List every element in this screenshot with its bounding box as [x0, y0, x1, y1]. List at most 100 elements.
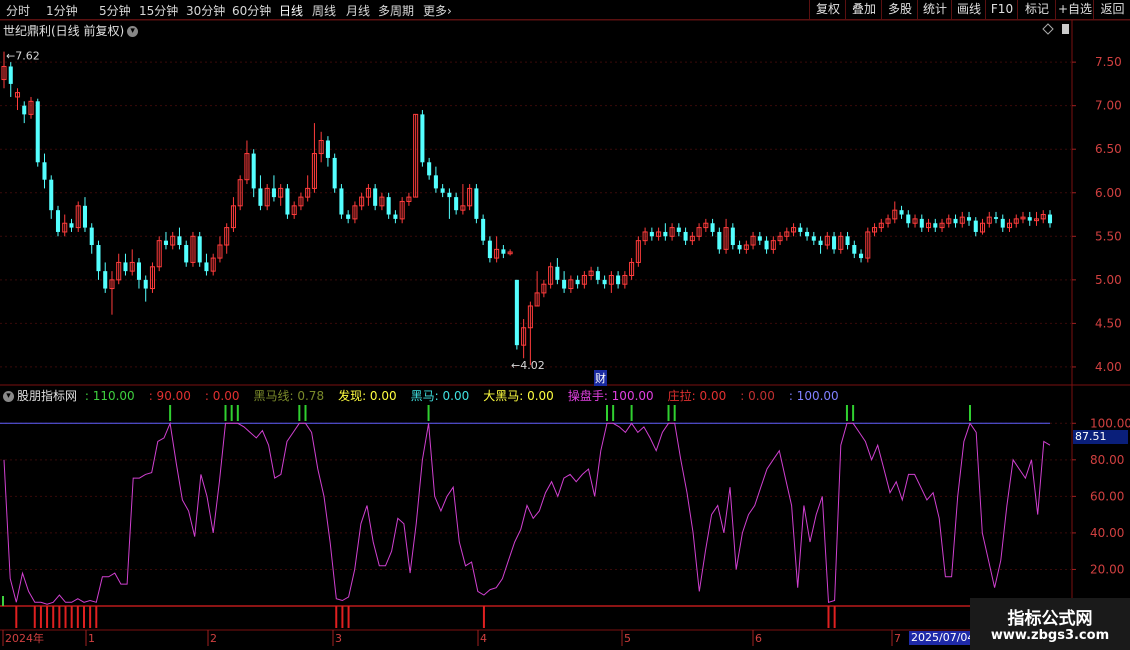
indicator-legend-item: : 110.00 — [84, 389, 135, 403]
candle-body-down — [325, 140, 330, 158]
candle-body-down — [251, 153, 256, 189]
watermark: 指标公式网 www.zbgs3.com — [970, 598, 1130, 650]
stock-chart[interactable]: 7.50 7.00 6.50 6.00 5.50 5.00 4.50 4.00 ←7.62 ←4.… — [0, 0, 1130, 650]
indicator-series — [0, 405, 1051, 628]
high-label: ←7.62 — [6, 50, 40, 63]
candle-body-down — [805, 231, 810, 237]
candle-body-down — [285, 188, 290, 215]
date-tick-label: 2024年 — [5, 631, 44, 645]
date-tick-label: 2 — [210, 632, 217, 645]
candle-body-down — [737, 245, 742, 250]
candle-body-down — [481, 218, 486, 241]
candle-body-down — [663, 231, 668, 237]
indicator-title-bar: ▾ 股朋指标网 : 110.00: 90.00: 0.00 黑马线: 0.78 发现:… — [3, 387, 839, 404]
candle-body-down — [555, 266, 560, 280]
candle-body-down — [993, 217, 999, 219]
candle-body-down — [427, 162, 432, 176]
candle-body-down — [514, 279, 519, 346]
candle-body-down — [339, 188, 344, 215]
indicator-tick-label: 100.00 — [1090, 416, 1130, 430]
candle-body-down — [346, 214, 351, 219]
candle-body-down — [798, 227, 803, 232]
candle-body-down — [487, 240, 492, 259]
candle-body-down — [953, 218, 958, 224]
candle-body-down — [433, 175, 438, 189]
candle-body-down — [676, 227, 681, 232]
candle-body-down — [730, 227, 735, 246]
candle-body-down — [1027, 217, 1032, 221]
candle-body-down — [811, 236, 816, 241]
candle-body-down — [919, 218, 924, 228]
indicator-tick-label: 40.00 — [1090, 526, 1124, 540]
indicator-tick-label: 20.00 — [1090, 562, 1124, 576]
candle-body-down — [49, 179, 54, 211]
candle-body-down — [8, 66, 13, 84]
candle-body-down — [35, 101, 40, 163]
stock-title-text: 世纪鼎利(日线 前复权) — [3, 24, 125, 38]
candle-body-down — [42, 162, 47, 180]
candle-body-down — [899, 210, 904, 215]
candle-body-down — [1000, 218, 1005, 228]
indicator-tick-label: 60.00 — [1090, 489, 1124, 503]
indicator-legend-item: : 100.00 — [788, 389, 839, 403]
indicator-legend-item: 发现: 0.00 — [338, 389, 397, 403]
candle-body-down — [683, 231, 688, 241]
date-tick-label: 7 — [894, 632, 901, 645]
candle-body-down — [89, 227, 94, 246]
low-label: ←4.02 — [511, 359, 545, 372]
date-tick-label: 6 — [755, 632, 762, 645]
candle-body-down — [710, 223, 715, 232]
candle-body-down — [764, 240, 769, 250]
chevron-down-icon[interactable]: ▾ — [3, 391, 14, 402]
candle-body-down — [177, 236, 182, 246]
indicator-legend-item: 操盘手: 100.00 — [567, 389, 654, 403]
candle-body-down — [501, 249, 506, 254]
indicator-legend-item: : 90.00 — [148, 389, 191, 403]
watermark-title: 指标公式网 — [1007, 609, 1093, 629]
candle-body-down — [55, 210, 61, 232]
candle-body-down — [258, 188, 263, 206]
indicator-legend-item: : 0.00 — [740, 389, 775, 403]
candlestick-series — [1, 51, 1053, 366]
indicator-legend-item: : 0.00 — [204, 389, 240, 403]
candle-body-down — [562, 279, 567, 289]
candle-body-down — [82, 205, 88, 228]
candle-body-down — [973, 220, 978, 232]
candle-body-down — [440, 188, 445, 193]
candle-body-down — [852, 245, 857, 254]
chevron-down-icon[interactable]: ▾ — [127, 26, 139, 37]
date-tick-label: 3 — [335, 632, 342, 645]
panel-icon — [1062, 24, 1069, 34]
candle-body-down — [966, 217, 972, 221]
date-tick-label: 4 — [480, 632, 487, 645]
candle-body-down — [420, 114, 425, 163]
date-tick-label: 5 — [624, 632, 631, 645]
candle-body-down — [163, 240, 168, 246]
date-tick-label: 1 — [88, 632, 95, 645]
candle-body-down — [845, 236, 850, 246]
stock-title[interactable]: 世纪鼎利(日线 前复权) ▾ — [3, 22, 139, 39]
candle-body-down — [393, 214, 398, 219]
indicator-legend-item: 黑马: 0.00 — [410, 389, 470, 403]
candle-body-down — [143, 279, 148, 289]
price-tick-label: 7.50 — [1095, 55, 1122, 69]
candle-body-down — [906, 214, 911, 224]
candle-body-down — [757, 236, 762, 241]
price-tick-label: 4.00 — [1095, 360, 1122, 374]
candle-body-down — [818, 240, 823, 246]
candle-body-down — [136, 262, 141, 280]
indicator-name[interactable]: 股朋指标网 — [17, 389, 77, 403]
watermark-url: www.zbgs3.com — [990, 628, 1110, 643]
candle-body-down — [616, 275, 621, 285]
price-tick-label: 7.00 — [1095, 99, 1122, 113]
candle-body-down — [575, 279, 580, 285]
candle-body-down — [197, 236, 202, 263]
candle-body-down — [933, 223, 938, 228]
candle-body-down — [454, 197, 459, 211]
candle-body-down — [649, 231, 654, 237]
diamond-icon — [1042, 23, 1054, 35]
indicator-legend-item: 庄拉: 0.00 — [667, 389, 727, 403]
finance-badge[interactable]: 财 — [594, 370, 607, 386]
current-date: 2025/07/04 — [909, 631, 975, 645]
indicator-current-value: 87.51 — [1073, 430, 1128, 444]
